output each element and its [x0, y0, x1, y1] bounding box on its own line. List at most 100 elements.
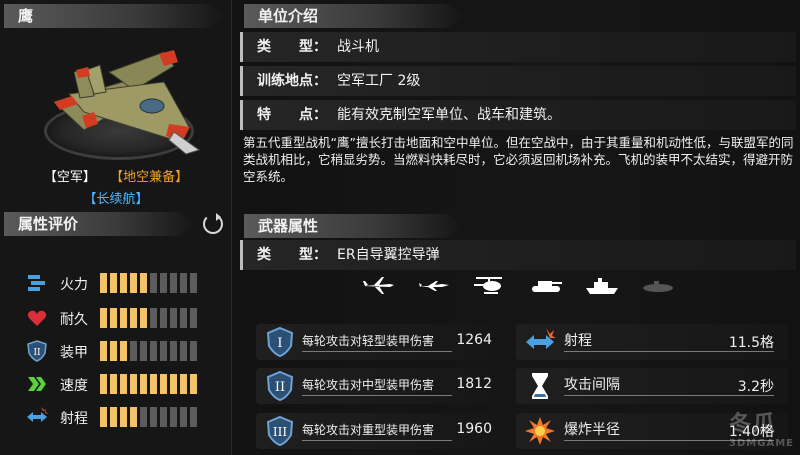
- info-row-feature: 特 点： 能有效克制空军单位、战车和建筑。: [240, 100, 796, 130]
- rating-segment: [180, 407, 187, 427]
- rating-segment: [180, 374, 187, 394]
- watermark: 冬瓜 3DMGAME: [729, 406, 794, 449]
- rating-segment: [100, 407, 107, 427]
- info-value: 能有效克制空军单位、战车和建筑。: [337, 107, 561, 123]
- rating-segment: [120, 308, 127, 328]
- rating-segment: [160, 374, 167, 394]
- info-key: 训练地点：: [257, 73, 327, 89]
- rating-segment: [190, 273, 197, 293]
- rating-segment: [110, 308, 117, 328]
- rating-segment: [110, 374, 117, 394]
- attribute-label: 射程: [60, 411, 88, 427]
- heart-icon: [26, 307, 48, 329]
- rating-segment: [160, 341, 167, 361]
- range-row: 射程 11.5格: [516, 324, 788, 360]
- weapon-type-value: ER自导翼控导弹: [337, 247, 440, 263]
- rating-segment: [150, 273, 157, 293]
- armor-2-icon: II: [266, 370, 294, 402]
- attribute-label: 速度: [60, 378, 88, 394]
- rating-segment: [110, 273, 117, 293]
- attribute-row: 火力: [22, 272, 222, 294]
- svg-text:I: I: [277, 336, 282, 351]
- tag-ground-air: 【地空兼备】: [110, 170, 189, 185]
- rating-segment: [120, 341, 127, 361]
- label-underline: [302, 440, 452, 441]
- rating-segment: [170, 273, 177, 293]
- label-underline: [302, 351, 452, 352]
- info-row-training: 训练地点： 空军工厂 2级: [240, 66, 796, 96]
- svg-text:II: II: [33, 348, 41, 358]
- rating-segment: [100, 374, 107, 394]
- stat-label: 爆炸半径: [564, 422, 620, 438]
- damage-value: 1960: [456, 421, 492, 437]
- attribute-label: 装甲: [60, 345, 88, 361]
- rating-segment: [110, 407, 117, 427]
- rating-segment: [190, 308, 197, 328]
- ship-icon: [584, 274, 620, 296]
- range-arrow-icon: [26, 406, 48, 428]
- rating-segment: [180, 341, 187, 361]
- damage-light-row: I 每轮攻击对轻型装甲伤害 1264: [256, 324, 506, 360]
- weapon-title: 武器属性: [258, 217, 319, 235]
- weapon-type-key: 类 型：: [257, 247, 327, 263]
- rating-segment: [120, 273, 127, 293]
- rating-segment: [140, 374, 147, 394]
- stat-value: 11.5格: [728, 335, 774, 351]
- rating-segment: [190, 407, 197, 427]
- target-type-icons: [360, 274, 680, 298]
- weapon-type-row: 类 型： ER自导翼控导弹: [240, 240, 796, 270]
- rating-segment: [180, 308, 187, 328]
- rating-segment: [110, 341, 117, 361]
- rating-segment: [160, 308, 167, 328]
- rating-segment: [170, 407, 177, 427]
- damage-label: 每轮攻击对中型装甲伤害: [302, 378, 435, 392]
- unit-name: 鹰: [18, 7, 34, 25]
- attribute-rating-bar: [100, 341, 197, 361]
- rating-segment: [120, 407, 127, 427]
- attribute-label: 火力: [60, 277, 88, 293]
- unit-model-view[interactable]: [14, 32, 214, 162]
- watermark-main: 冬瓜: [729, 412, 778, 437]
- refresh-icon[interactable]: [203, 213, 223, 234]
- explosion-icon: [525, 417, 555, 445]
- damage-value: 1264: [456, 332, 492, 348]
- svg-text:II: II: [275, 380, 285, 395]
- info-value: 空军工厂 2级: [337, 73, 421, 89]
- info-key: 特 点：: [257, 107, 327, 123]
- rating-segment: [100, 341, 107, 361]
- range-icon: [526, 328, 556, 349]
- speed-chevron-icon: [26, 373, 48, 395]
- rating-segment: [160, 407, 167, 427]
- rating-segment: [170, 374, 177, 394]
- rating-segment: [130, 374, 137, 394]
- fighter-jet-model-icon: [53, 50, 201, 155]
- unit-tags: 【空军】 【地空兼备】: [0, 166, 232, 185]
- attribute-row: 速度: [22, 373, 222, 395]
- attribute-row: 耐久: [22, 307, 222, 329]
- stat-label: 攻击间隔: [564, 377, 620, 393]
- jet-icon: [416, 274, 452, 296]
- rating-segment: [140, 308, 147, 328]
- weapon-header: 武器属性: [244, 214, 464, 238]
- rating-segment: [150, 308, 157, 328]
- rating-segment: [100, 308, 107, 328]
- attribute-rating-bar: [100, 407, 197, 427]
- tag-long-endurance: 【长续航】: [83, 192, 149, 207]
- rating-segment: [130, 341, 137, 361]
- damage-medium-row: II 每轮攻击对中型装甲伤害 1812: [256, 368, 506, 404]
- armor-1-icon: I: [266, 326, 294, 358]
- armor-3-icon: III: [266, 415, 294, 447]
- intro-header: 单位介绍: [244, 4, 464, 28]
- rating-segment: [140, 273, 147, 293]
- svg-text:III: III: [273, 425, 287, 439]
- attribute-rating-bar: [100, 374, 197, 394]
- rating-segment: [150, 341, 157, 361]
- attribute-row: 射程: [22, 406, 222, 428]
- tag-air-force: 【空军】: [43, 170, 96, 185]
- submarine-icon: [640, 274, 676, 296]
- info-value: 战斗机: [337, 39, 379, 55]
- plane-icon: [360, 274, 396, 296]
- attribute-rating-bar: [100, 308, 197, 328]
- rating-segment: [130, 308, 137, 328]
- armor-icon: II: [26, 340, 48, 362]
